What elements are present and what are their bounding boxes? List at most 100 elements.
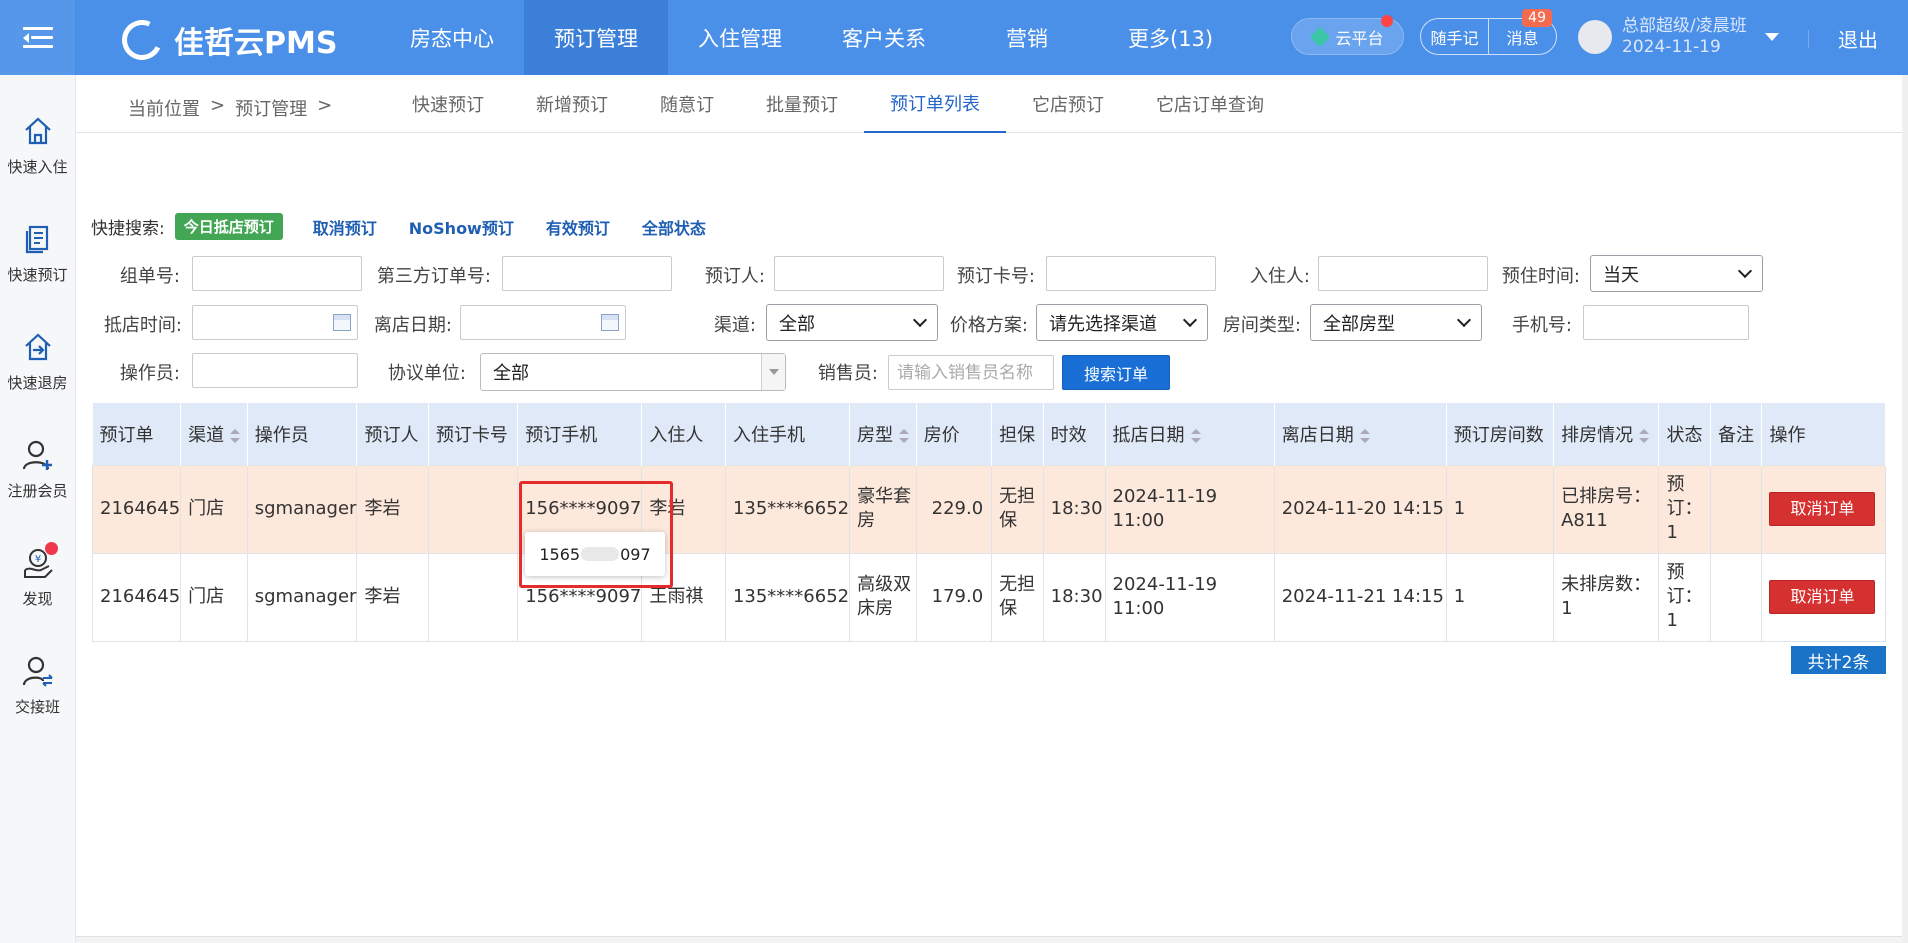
phone-input[interactable] bbox=[1583, 305, 1749, 340]
sidebar-item-quick-booking[interactable]: 快速预订 bbox=[0, 208, 75, 298]
col-status: 状态 bbox=[1658, 403, 1711, 465]
calendar-icon[interactable] bbox=[333, 314, 351, 331]
sidebar: 快速入住 快速预订 快速退房 注册会员 ¥ 发现 交接班 bbox=[0, 75, 76, 943]
messages-count-badge: 49 bbox=[1522, 9, 1552, 27]
salesperson-input[interactable] bbox=[888, 355, 1054, 390]
filter-today-arrivals[interactable]: 今日抵店预订 bbox=[174, 213, 283, 240]
nav-customer-relations[interactable]: 客户关系 bbox=[812, 0, 956, 75]
cell-arrival: 2024-11-19 11:00 bbox=[1104, 464, 1275, 554]
filter-noshow[interactable]: NoShow预订 bbox=[409, 215, 514, 239]
discover-icon: ¥ bbox=[21, 541, 58, 580]
quick-search-label: 快捷搜索: bbox=[91, 219, 165, 239]
sidebar-item-quick-checkin[interactable]: 快速入住 bbox=[0, 100, 75, 190]
notes-button[interactable]: 随手记 bbox=[1421, 19, 1489, 54]
col-room-type[interactable]: 房型 bbox=[849, 403, 917, 465]
redacted-blur bbox=[581, 547, 620, 561]
booking-card-input[interactable] bbox=[1046, 256, 1216, 291]
menu-toggle-button[interactable] bbox=[0, 0, 75, 75]
user-menu[interactable]: 总部超级/凌晨班 2024-11-19 bbox=[1578, 16, 1779, 58]
col-departure-date[interactable]: 离店日期 bbox=[1274, 403, 1447, 465]
salesperson-label: 销售员: bbox=[817, 363, 878, 384]
dropdown-arrow-icon[interactable] bbox=[761, 354, 785, 390]
calendar-icon[interactable] bbox=[601, 314, 619, 331]
cell-guest-phone: 135****6652 bbox=[724, 464, 851, 554]
sidebar-item-discover[interactable]: ¥ 发现 bbox=[0, 532, 75, 622]
nav-more[interactable]: 更多(13) bbox=[1098, 0, 1243, 75]
col-arrival-date[interactable]: 抵店日期 bbox=[1105, 403, 1275, 465]
logout-button[interactable]: 退出 bbox=[1838, 24, 1878, 53]
arrival-time-input[interactable] bbox=[192, 305, 358, 340]
room-type-label: 房间类型: bbox=[1222, 315, 1301, 336]
col-guest-phone: 入住手机 bbox=[725, 403, 851, 465]
sidebar-item-register-member[interactable]: 注册会员 bbox=[0, 424, 75, 514]
horizontal-scrollbar[interactable] bbox=[76, 936, 1902, 943]
top-nav: 房态中心 预订管理 入住管理 客户关系 营销 更多(13) bbox=[380, 0, 1243, 75]
room-type-select[interactable]: 全部房型 bbox=[1310, 304, 1482, 341]
cell-arrival: 2024-11-19 11:00 bbox=[1104, 552, 1275, 642]
breadcrumb: 当前位置 > 预订管理 > bbox=[128, 95, 332, 121]
cell-room-type: 高级双床房 bbox=[849, 552, 917, 642]
handover-icon bbox=[21, 654, 55, 688]
booker-input[interactable] bbox=[774, 256, 944, 291]
stay-time-label: 预住时间: bbox=[1501, 266, 1580, 287]
table-row[interactable]: 2164645 门店 sgmanager 李岩 156****9097 李岩 1… bbox=[91, 464, 1886, 554]
quick-search: 快捷搜索: 今日抵店预订 取消预订 NoShow预订 有效预订 全部状态 bbox=[91, 213, 738, 240]
divider bbox=[1808, 30, 1809, 48]
tab-other-store-booking[interactable]: 它店预订 bbox=[1006, 75, 1130, 133]
col-room-assignment[interactable]: 排房情况 bbox=[1553, 403, 1660, 465]
sidebar-item-shift-handover[interactable]: 交接班 bbox=[0, 640, 75, 730]
sidebar-item-label: 注册会员 bbox=[7, 481, 68, 500]
operator-input[interactable] bbox=[192, 353, 358, 388]
vertical-scrollbar[interactable] bbox=[1902, 75, 1908, 943]
channel-select[interactable]: 全部 bbox=[766, 304, 938, 341]
nav-room-status[interactable]: 房态中心 bbox=[380, 0, 524, 75]
stay-time-select[interactable]: 当天 bbox=[1590, 255, 1763, 292]
breadcrumb-item-booking[interactable]: 预订管理 bbox=[235, 95, 307, 121]
tab-batch-booking[interactable]: 批量预订 bbox=[740, 75, 864, 133]
notification-dot bbox=[44, 541, 58, 555]
nav-marketing[interactable]: 营销 bbox=[956, 0, 1098, 75]
col-action: 操作 bbox=[1761, 403, 1886, 465]
tooltip-phone-suffix: 097 bbox=[620, 544, 651, 564]
agreement-unit-combo[interactable]: 全部 bbox=[480, 353, 786, 391]
third-party-no-label: 第三方订单号: bbox=[376, 266, 491, 287]
user-name: 总部超级/凌晨班 bbox=[1622, 16, 1747, 36]
search-orders-button[interactable]: 搜索订单 bbox=[1062, 355, 1170, 390]
stay-time-value: 当天 bbox=[1603, 264, 1639, 286]
third-party-no-input[interactable] bbox=[502, 256, 672, 291]
notification-dot bbox=[1381, 15, 1393, 27]
filter-valid[interactable]: 有效预订 bbox=[546, 215, 610, 239]
nav-booking-management[interactable]: 预订管理 bbox=[524, 0, 668, 75]
price-plan-label: 价格方案: bbox=[949, 315, 1028, 336]
group-no-input[interactable] bbox=[192, 256, 362, 291]
nav-checkin-management[interactable]: 入住管理 bbox=[668, 0, 812, 75]
table-header: 预订单 渠道 操作员 预订人 预订卡号 预订手机 入住人 入住手机 房型 房价 … bbox=[92, 403, 1886, 465]
sidebar-item-quick-checkout[interactable]: 快速退房 bbox=[0, 316, 75, 406]
arrival-time-label: 抵店时间: bbox=[103, 315, 182, 336]
col-channel[interactable]: 渠道 bbox=[180, 403, 248, 465]
cell-room-assignment: 未排房数：1 bbox=[1553, 552, 1660, 642]
tab-free-booking[interactable]: 随意订 bbox=[634, 75, 740, 133]
cloud-platform-button[interactable]: 云平台 bbox=[1291, 15, 1404, 55]
cancel-order-button[interactable]: 取消订单 bbox=[1769, 492, 1876, 526]
menu-icon bbox=[22, 26, 53, 49]
tab-booking-list[interactable]: 预订单列表 bbox=[864, 75, 1006, 133]
departure-date-input[interactable] bbox=[460, 305, 626, 340]
filter-cancelled[interactable]: 取消预订 bbox=[313, 215, 377, 239]
filter-all-status[interactable]: 全部状态 bbox=[642, 215, 706, 239]
sidebar-item-label: 快速预订 bbox=[7, 265, 68, 284]
tab-quick-booking[interactable]: 快速预订 bbox=[386, 75, 510, 133]
guest-input[interactable] bbox=[1318, 256, 1488, 291]
tab-new-booking[interactable]: 新增预订 bbox=[510, 75, 634, 133]
table-row[interactable]: 2164645 门店 sgmanager 李岩 156****9097 王雨祺 … bbox=[91, 552, 1886, 642]
cell-guest-phone: 135****6652 bbox=[724, 552, 851, 642]
app-logo[interactable]: 佳哲云PMS bbox=[116, 14, 337, 66]
tab-other-store-orders[interactable]: 它店订单查询 bbox=[1130, 75, 1290, 133]
cancel-order-button[interactable]: 取消订单 bbox=[1769, 580, 1876, 614]
cell-remark bbox=[1709, 552, 1763, 642]
cell-departure: 2024-11-20 14:15 bbox=[1273, 464, 1447, 554]
sort-icon bbox=[1190, 428, 1201, 443]
cell-operator: sgmanager bbox=[246, 464, 358, 554]
sidebar-item-label: 快速入住 bbox=[7, 157, 68, 176]
price-plan-select[interactable]: 请先选择渠道 bbox=[1036, 304, 1208, 341]
